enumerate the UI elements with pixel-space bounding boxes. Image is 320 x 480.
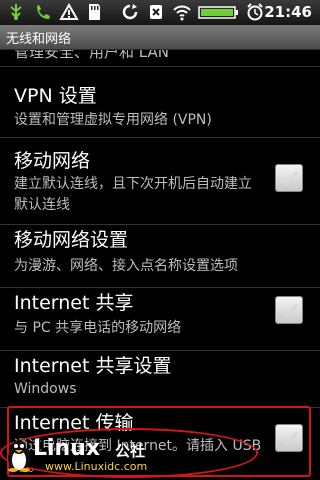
watermark: Linux 公社 www.Linuxidc.com [3, 436, 203, 480]
item-summary-partial: 管理安全、用户和 LAN [14, 50, 169, 61]
item-summary: 设置和管理虚拟专用网络 (VPN) [14, 112, 212, 128]
internet-sharing-checkbox[interactable] [275, 296, 303, 324]
item-title: 移动网络 [14, 150, 91, 172]
watermark-url: www.Linuxidc.com [45, 460, 148, 473]
item-summary: Windows [14, 381, 77, 397]
status-bar: 21:46 [0, 0, 320, 26]
list-item-partial[interactable]: 管理安全、用户和 LAN [0, 50, 320, 67]
item-title: VPN 设置 [14, 85, 97, 107]
mobile-network-checkbox[interactable] [275, 164, 303, 192]
list-item-mobile-network-settings[interactable]: 移动网络设置 为漫游、网络、接入点名称设置选项 [0, 225, 320, 288]
check-icon [279, 171, 299, 187]
phone-icon [37, 5, 50, 19]
penguin-icon [8, 440, 30, 472]
item-title: Internet 共享设置 [14, 355, 172, 377]
status-time: 21:46 [264, 3, 312, 21]
sd-card-icon [89, 4, 100, 20]
item-title: 移动网络设置 [14, 229, 129, 251]
title-bar: 无线和网络 [0, 25, 320, 50]
item-summary: 为漫游、网络、接入点名称设置选项 [14, 258, 238, 274]
no-sim-icon [150, 5, 162, 19]
sync-icon [122, 4, 138, 20]
item-summary: 与 PC 共享电话的移动网络 [14, 320, 182, 336]
list-item-internet-sharing-settings[interactable]: Internet 共享设置 Windows [0, 351, 320, 408]
list-item-vpn-settings[interactable]: VPN 设置 设置和管理虚拟专用网络 (VPN) [0, 67, 320, 138]
list-item-mobile-network[interactable]: 移动网络 建立默认连线，且下次开机后自动建立默认连线 [0, 138, 320, 225]
usb-icon [10, 4, 22, 20]
warning-icon [59, 3, 79, 20]
item-summary: 建立默认连线，且下次开机后自动建立默认连线 [14, 176, 252, 213]
page-title: 无线和网络 [6, 32, 72, 47]
alarm-icon [247, 3, 263, 21]
item-title: Internet 共享 [14, 292, 134, 314]
check-icon [279, 303, 299, 319]
battery-icon [198, 6, 238, 19]
watermark-cn: 公社 [115, 442, 146, 460]
list-item-internet-sharing[interactable]: Internet 共享 与 PC 共享电话的移动网络 [0, 288, 320, 351]
wifi-icon [173, 5, 191, 21]
watermark-logo: Linux [33, 436, 101, 461]
